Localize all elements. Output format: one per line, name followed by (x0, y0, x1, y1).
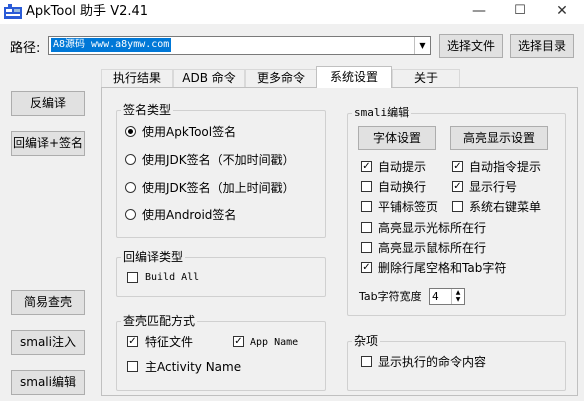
show-line-number-checkbox[interactable]: ✓ (452, 181, 463, 192)
main-activity-checkbox[interactable] (127, 361, 138, 372)
highlight-mouse-line-checkbox[interactable] (361, 242, 372, 253)
trim-trailing-label: 删除行尾空格和Tab字符 (378, 261, 507, 275)
auto-cmd-hint-checkbox[interactable]: ✓ (452, 161, 463, 172)
spinner-arrows-icon[interactable]: ▲ ▼ (451, 289, 464, 304)
sign-apktool-radio[interactable] (125, 126, 136, 137)
show-line-number-label: 显示行号 (469, 180, 518, 194)
chevron-down-icon[interactable]: ▼ (414, 37, 430, 54)
browse-directory-button[interactable]: 选择目录 (510, 34, 574, 58)
highlight-cursor-line-label: 高亮显示光标所在行 (378, 221, 487, 235)
path-value[interactable]: A8源码 www.a8ymw.com (51, 38, 172, 52)
smali-edit-title: smali编辑 (352, 106, 412, 120)
smali-edit-button[interactable]: smali编辑 (11, 370, 85, 395)
window-title: ApkTool 助手 V2.41 (26, 4, 149, 19)
decompile-button[interactable]: 反编译 (11, 91, 85, 116)
sign-jdk-timestamp-radio[interactable] (125, 182, 136, 193)
sign-android-label: 使用Android签名 (142, 208, 237, 222)
tab-width-value[interactable]: 4 (432, 290, 439, 304)
sign-jdk-no-timestamp-label: 使用JDK签名（不加时间戳） (142, 153, 295, 167)
auto-cmd-hint-label: 自动指令提示 (469, 160, 542, 174)
auto-hint-checkbox[interactable]: ✓ (361, 161, 372, 172)
show-command-label: 显示执行的命令内容 (378, 355, 487, 369)
shell-match-title: 查壳匹配方式 (121, 314, 198, 328)
recompile-sign-button[interactable]: 回编译+签名 (11, 131, 85, 156)
sign-jdk-timestamp-label: 使用JDK签名（加上时间戳） (142, 181, 295, 195)
build-all-checkbox[interactable] (127, 272, 138, 283)
shell-match-group (116, 321, 326, 391)
browse-file-button[interactable]: 选择文件 (439, 34, 503, 58)
main-activity-label: 主Activity Name (145, 360, 242, 374)
close-button[interactable]: ✕ (541, 0, 583, 24)
auto-wrap-checkbox[interactable] (361, 181, 372, 192)
feature-file-checkbox[interactable]: ✓ (127, 336, 138, 347)
sign-apktool-label: 使用ApkTool签名 (142, 125, 237, 139)
app-icon (4, 4, 22, 19)
highlight-mouse-line-label: 高亮显示鼠标所在行 (378, 241, 487, 255)
path-combobox[interactable]: A8源码 www.a8ymw.com ▼ (48, 36, 431, 55)
sign-type-title: 签名类型 (121, 103, 174, 117)
show-command-checkbox[interactable] (361, 356, 372, 367)
easy-shell-check-button[interactable]: 简易查壳 (11, 290, 85, 315)
title-bar: ApkTool 助手 V2.41 — ☐ ✕ (0, 0, 584, 24)
flat-tabs-checkbox[interactable] (361, 201, 372, 212)
smali-inject-button[interactable]: smali注入 (11, 330, 85, 355)
flat-tabs-label: 平铺标签页 (378, 200, 439, 214)
tab-more-commands[interactable]: 更多命令 (245, 69, 317, 88)
path-label: 路径: (10, 41, 41, 56)
maximize-button[interactable]: ☐ (499, 0, 541, 24)
recompile-type-title: 回编译类型 (121, 250, 186, 264)
tab-width-label: Tab字符宽度 (359, 290, 422, 303)
tab-width-spinner[interactable]: 4 ▲ ▼ (429, 288, 465, 305)
font-settings-button[interactable]: 字体设置 (358, 126, 436, 150)
sign-jdk-no-timestamp-radio[interactable] (125, 154, 136, 165)
highlight-cursor-line-checkbox[interactable] (361, 222, 372, 233)
auto-hint-label: 自动提示 (378, 160, 427, 174)
auto-wrap-label: 自动换行 (378, 180, 427, 194)
tab-system-settings[interactable]: 系统设置 (316, 66, 392, 88)
system-context-menu-checkbox[interactable] (452, 201, 463, 212)
sign-android-radio[interactable] (125, 209, 136, 220)
build-all-label: Build All (145, 272, 200, 283)
minimize-button[interactable]: — (458, 0, 500, 24)
feature-file-label: 特征文件 (145, 335, 194, 349)
tab-about[interactable]: 关于 (392, 69, 460, 88)
misc-title: 杂项 (352, 334, 381, 348)
tab-adb-command[interactable]: ADB 命令 (173, 69, 245, 88)
tab-exec-result[interactable]: 执行结果 (101, 69, 173, 88)
trim-trailing-checkbox[interactable]: ✓ (361, 262, 372, 273)
system-context-menu-label: 系统右键菜单 (469, 200, 542, 214)
app-name-checkbox[interactable]: ✓ (233, 336, 244, 347)
highlight-settings-button[interactable]: 高亮显示设置 (450, 126, 548, 150)
app-name-label: App Name (250, 337, 299, 348)
